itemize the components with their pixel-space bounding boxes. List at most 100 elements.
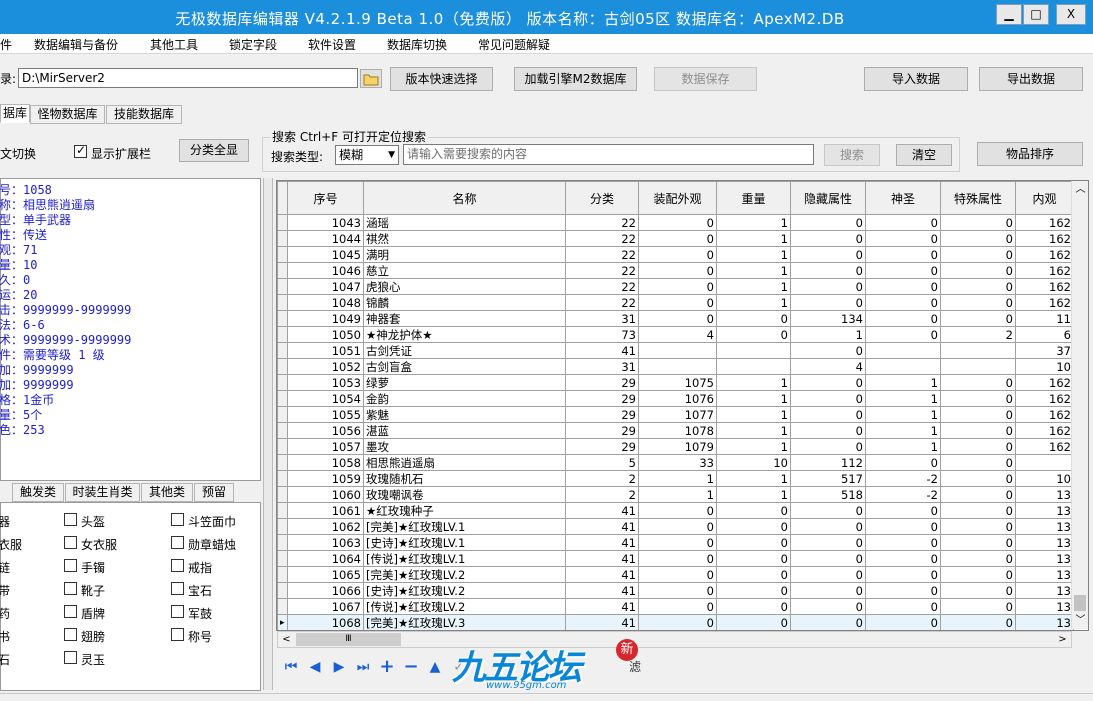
table-cell[interactable] [716,358,791,375]
minimize-button[interactable]: ▁ [996,4,1022,25]
row-indicator[interactable] [277,390,288,407]
row-indicator[interactable] [277,550,288,567]
folder-browse-button[interactable] [360,69,382,88]
table-cell[interactable]: 0 [865,246,941,263]
table-cell[interactable]: 1 [716,438,791,455]
table-cell[interactable]: 1043 [287,214,364,231]
table-cell[interactable]: 2 [565,470,639,487]
table-cell[interactable]: 0 [940,550,1016,567]
table-cell[interactable]: 0 [940,598,1016,615]
table-cell[interactable]: 相思熊逍遥扇 [363,454,566,471]
table-cell[interactable]: 0 [716,566,791,583]
tab-item-db[interactable]: 据库 [0,104,30,123]
table-cell[interactable]: 玫瑰嘲讽卷 [363,486,566,503]
version-select-button[interactable]: 版本快速选择 [390,67,493,91]
table-cell[interactable]: 湛蓝 [363,422,566,439]
table-cell[interactable]: 0 [716,598,791,615]
table-cell[interactable]: 1050 [287,326,364,343]
table-cell[interactable]: 1064 [287,550,364,567]
table-cell[interactable]: 1063 [287,534,364,551]
table-cell[interactable]: 41 [565,566,639,583]
table-cell[interactable]: 37 [1015,342,1074,359]
table-cell[interactable]: 0 [790,582,866,599]
table-row[interactable]: 1061 ★红玫瑰种子 41 0 0 0 0 0 13 [277,502,1074,519]
table-cell[interactable]: 4 [790,358,866,375]
table-cell[interactable]: 41 [565,342,639,359]
table-cell[interactable]: 162 [1015,294,1074,311]
clear-button[interactable]: 清空 [896,144,952,166]
table-row[interactable]: 1057 墨攻 29 1079 1 0 1 0 162 [277,438,1074,455]
table-cell[interactable]: 1 [865,374,941,391]
table-cell[interactable]: [传说]★红玫瑰LV.2 [363,598,566,615]
scroll-right-icon[interactable]: > [1054,632,1071,647]
table-cell[interactable]: 2 [565,486,639,503]
table-cell[interactable]: 1 [865,438,941,455]
table-cell[interactable]: 1 [716,374,791,391]
column-header[interactable]: 序号 [287,181,364,215]
table-cell[interactable]: 4 [638,326,717,343]
table-cell[interactable]: 古剑凭证 [363,342,566,359]
table-cell[interactable]: 神器套 [363,310,566,327]
table-cell[interactable]: 31 [565,310,639,327]
table-cell[interactable]: 0 [790,502,866,519]
table-cell[interactable]: 金韵 [363,390,566,407]
tab-skill-db[interactable]: 技能数据库 [106,105,182,124]
table-cell[interactable] [940,358,1016,375]
table-row[interactable]: 1051 古剑凭证 41 0 37 [277,342,1074,359]
table-cell[interactable]: 162 [1015,230,1074,247]
show-all-categories-button[interactable]: 分类全显 [179,139,249,162]
table-cell[interactable]: 0 [940,246,1016,263]
category-checkbox[interactable] [64,559,77,572]
table-cell[interactable]: 满明 [363,246,566,263]
table-cell[interactable]: 0 [865,454,941,471]
table-cell[interactable]: 1077 [638,406,717,423]
table-cell[interactable]: 0 [716,326,791,343]
table-cell[interactable]: 0 [940,214,1016,231]
table-cell[interactable]: 518 [790,486,866,503]
category-checkbox[interactable] [171,605,184,618]
table-cell[interactable]: 1 [716,406,791,423]
table-cell[interactable]: 0 [865,582,941,599]
table-cell[interactable]: 0 [790,534,866,551]
table-cell[interactable]: 2 [940,326,1016,343]
table-cell[interactable]: 29 [565,406,639,423]
table-cell[interactable]: [完美]★红玫瑰LV.3 [363,614,566,630]
table-cell[interactable]: 1046 [287,262,364,279]
table-row[interactable]: 1046 慈立 22 0 1 0 0 0 162 [277,262,1074,279]
table-cell[interactable]: 1 [716,294,791,311]
tab-other[interactable]: 其他类 [141,483,193,502]
row-indicator[interactable] [277,262,288,279]
table-row[interactable]: 1058 相思熊逍遥扇 5 33 10 112 0 0 [277,454,1074,471]
table-cell[interactable]: 0 [940,422,1016,439]
row-indicator[interactable] [277,294,288,311]
table-cell[interactable]: 13 [1015,502,1074,519]
table-cell[interactable]: 13 [1015,534,1074,551]
row-indicator[interactable] [277,246,288,263]
table-cell[interactable]: 0 [790,614,866,630]
table-cell[interactable]: 0 [790,438,866,455]
menu-tools[interactable]: 其他工具 [150,36,198,53]
table-cell[interactable]: 0 [940,454,1016,471]
row-indicator[interactable] [277,598,288,615]
table-cell[interactable]: 29 [565,422,639,439]
column-header[interactable]: 隐藏属性 [790,181,866,215]
table-cell[interactable]: 古剑盲盒 [363,358,566,375]
menu-edit-backup[interactable]: 数据编辑与备份 [34,36,118,53]
table-cell[interactable]: 0 [865,294,941,311]
search-type-select[interactable]: 模糊 ▼ [335,145,399,165]
table-row[interactable]: 1052 古剑盲盒 31 4 10 [277,358,1074,375]
table-cell[interactable]: 0 [790,262,866,279]
table-cell[interactable]: 0 [790,230,866,247]
add-record-icon[interactable]: + [376,655,398,679]
row-indicator[interactable]: ▸ [277,614,288,630]
table-cell[interactable]: 41 [565,518,639,535]
table-cell[interactable]: 162 [1015,214,1074,231]
table-cell[interactable]: 0 [865,278,941,295]
table-cell[interactable]: 41 [565,534,639,551]
table-cell[interactable] [1015,454,1074,471]
table-cell[interactable]: 11 [1015,310,1074,327]
table-cell[interactable] [638,342,717,359]
table-cell[interactable]: 1067 [287,598,364,615]
table-cell[interactable]: 1059 [287,470,364,487]
table-cell[interactable]: 0 [716,534,791,551]
